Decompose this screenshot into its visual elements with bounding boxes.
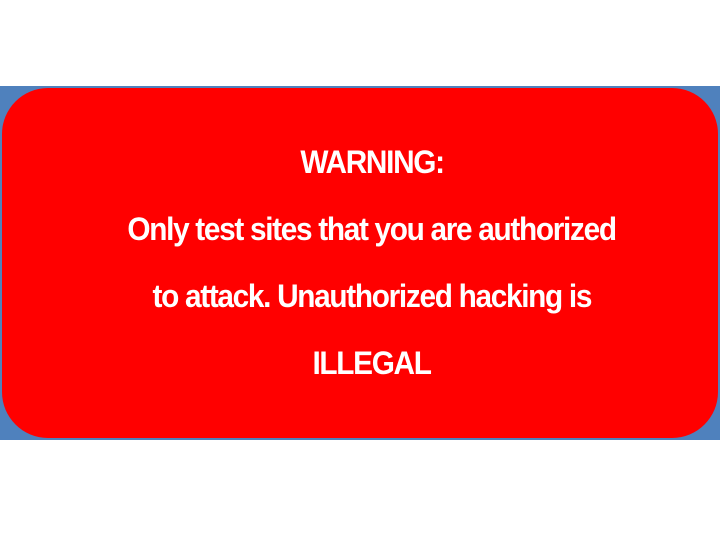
warning-banner: WARNING: Only test sites that you are au… [2,88,718,438]
warning-text-line-3: ILLEGAL [312,345,432,381]
warning-text-line-2: to attack. Unauthorized hacking is [152,278,593,314]
warning-heading: WARNING: [300,144,445,180]
warning-text-line-1: Only test sites that you are authorized [127,211,618,247]
slide: WARNING: Only test sites that you are au… [0,0,720,540]
